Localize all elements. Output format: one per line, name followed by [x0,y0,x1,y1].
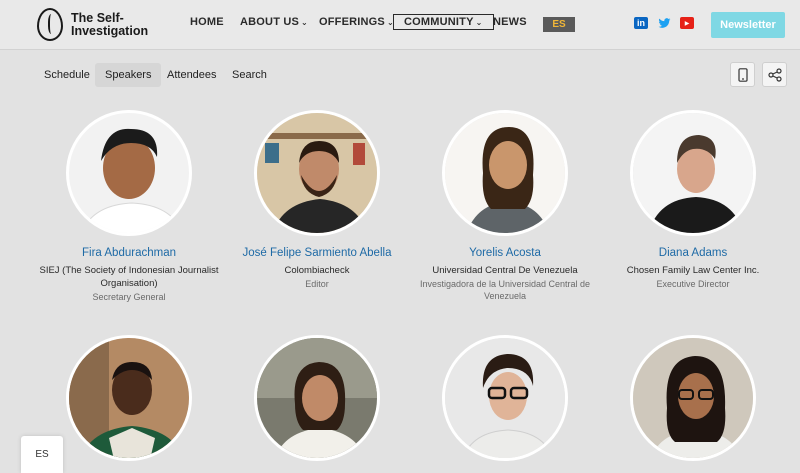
tab-attendees[interactable]: Attendees [157,63,227,87]
speaker-title: Executive Director [656,279,730,289]
twitter-bird-icon [658,17,670,28]
logo-text: The Self- Investigation [71,10,149,38]
speaker-photo-art [257,338,377,458]
youtube-icon[interactable]: ▶ [680,17,694,29]
speaker-photo[interactable] [254,335,380,461]
speaker-organization: SIEJ (The Society of Indonesian Journali… [39,265,219,289]
mobile-icon [737,67,748,82]
speaker-organization: Colombiacheck [284,265,350,276]
language-badge[interactable]: ES [543,17,575,32]
speaker-card[interactable] [598,335,788,461]
speaker-organization: Universidad Central De Venezuela [432,265,578,276]
nav-community[interactable]: COMMUNITY ⌄ [393,14,494,30]
speaker-card[interactable]: José Felipe Sarmiento Abella Colombiache… [222,110,412,290]
logo-line-1: The Self- [71,10,124,25]
tab-speakers[interactable]: Speakers [95,63,162,87]
twitter-icon[interactable] [657,17,671,29]
nav-community-label: COMMUNITY [404,16,474,28]
speaker-photo[interactable] [630,110,756,236]
linkedin-icon[interactable]: in [634,17,648,29]
speaker-photo-art [445,113,565,233]
speaker-photo-art [633,338,753,458]
share-button[interactable] [762,62,787,87]
speaker-title: Investigadora de la Universidad Central … [419,279,591,301]
tab-search[interactable]: Search [222,63,277,87]
speaker-title: Editor [305,279,329,289]
speaker-name[interactable]: Diana Adams [598,247,788,259]
speaker-title: Secretary General [92,292,166,302]
nav-about[interactable]: ABOUT US ⌄ [240,16,308,28]
mobile-view-button[interactable] [730,62,755,87]
nav-home[interactable]: HOME [190,16,224,28]
speaker-photo[interactable] [254,110,380,236]
nav-offerings-label: OFFERINGS [319,16,385,28]
logo-line-2: Investigation [71,23,149,38]
speaker-card[interactable] [222,335,412,461]
chevron-down-icon: ⌄ [301,18,308,27]
speaker-photo-art [445,338,565,458]
site-header: The Self- Investigation HOME ABOUT US ⌄ O… [0,0,800,50]
logo-face-icon [37,8,63,41]
speaker-name[interactable]: Yorelis Acosta [410,247,600,259]
speaker-photo[interactable] [442,110,568,236]
speaker-photo-art [633,113,753,233]
speaker-card[interactable] [410,335,600,461]
nav-about-label: ABOUT US [240,16,300,28]
speaker-photo[interactable] [66,335,192,461]
tab-schedule[interactable]: Schedule [34,63,100,87]
speaker-name[interactable]: José Felipe Sarmiento Abella [222,247,412,259]
speaker-card[interactable]: Diana Adams Chosen Family Law Center Inc… [598,110,788,290]
speaker-photo-art [257,113,377,233]
nav-news[interactable]: NEWS [493,16,527,28]
speaker-card[interactable]: Fira Abdurachman SIEJ (The Society of In… [34,110,224,303]
speaker-card[interactable]: Yorelis Acosta Universidad Central De Ve… [410,110,600,302]
speaker-photo[interactable] [66,110,192,236]
speaker-photo-art [69,113,189,233]
speaker-organization: Chosen Family Law Center Inc. [626,265,760,276]
newsletter-button[interactable]: Newsletter [711,12,785,38]
speaker-photo[interactable] [442,335,568,461]
speaker-name[interactable]: Fira Abdurachman [34,247,224,259]
chevron-down-icon: ⌄ [475,18,483,27]
language-switcher[interactable]: ES [21,436,63,473]
speaker-photo-art [69,338,189,458]
share-icon [767,67,782,82]
nav-offerings[interactable]: OFFERINGS ⌄ [319,16,394,28]
logo[interactable]: The Self- Investigation [37,8,148,41]
speaker-photo[interactable] [630,335,756,461]
